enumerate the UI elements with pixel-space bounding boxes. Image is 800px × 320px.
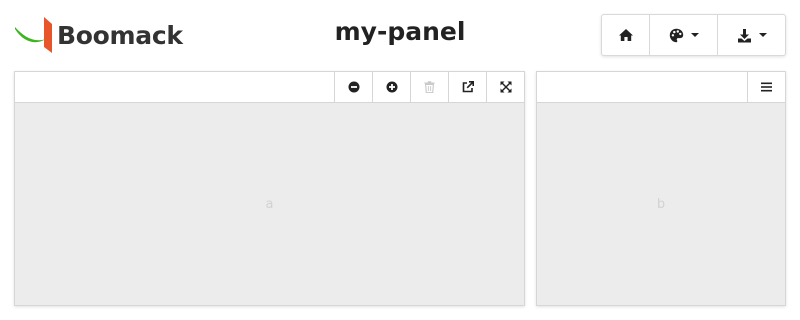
expand-button[interactable] xyxy=(486,72,524,102)
plus-circle-icon xyxy=(386,81,397,93)
panel-b-content: b xyxy=(537,103,785,305)
minus-circle-icon xyxy=(348,81,359,93)
open-external-button[interactable] xyxy=(448,72,486,102)
panel-a-label: a xyxy=(265,196,274,212)
panel-b-label: b xyxy=(656,196,666,212)
download-icon xyxy=(737,28,751,42)
zoom-out-button[interactable] xyxy=(334,72,372,102)
panel-menu-button[interactable] xyxy=(747,72,785,102)
theme-button[interactable] xyxy=(650,15,718,55)
main-toolbar xyxy=(601,14,786,56)
palette-icon xyxy=(669,28,683,42)
export-button[interactable] xyxy=(718,15,785,55)
panel-a-toolbar xyxy=(15,72,524,103)
home-icon xyxy=(618,29,633,41)
trash-icon xyxy=(424,81,435,93)
panel-a-content: a xyxy=(15,103,524,305)
panel-a: a xyxy=(14,71,525,306)
boomack-logo-icon xyxy=(15,17,52,53)
clear-button[interactable] xyxy=(410,72,448,102)
panel-b: b xyxy=(536,71,786,306)
expand-icon xyxy=(500,81,511,93)
panel-b-toolbar xyxy=(537,72,785,103)
menu-icon xyxy=(761,82,772,92)
chevron-down-icon xyxy=(690,33,699,37)
external-link-icon xyxy=(462,81,474,93)
zoom-in-button[interactable] xyxy=(372,72,410,102)
chevron-down-icon xyxy=(758,33,767,37)
home-button[interactable] xyxy=(602,15,650,55)
brand-logo[interactable]: Boomack xyxy=(14,14,183,56)
brand-name: Boomack xyxy=(57,20,183,50)
